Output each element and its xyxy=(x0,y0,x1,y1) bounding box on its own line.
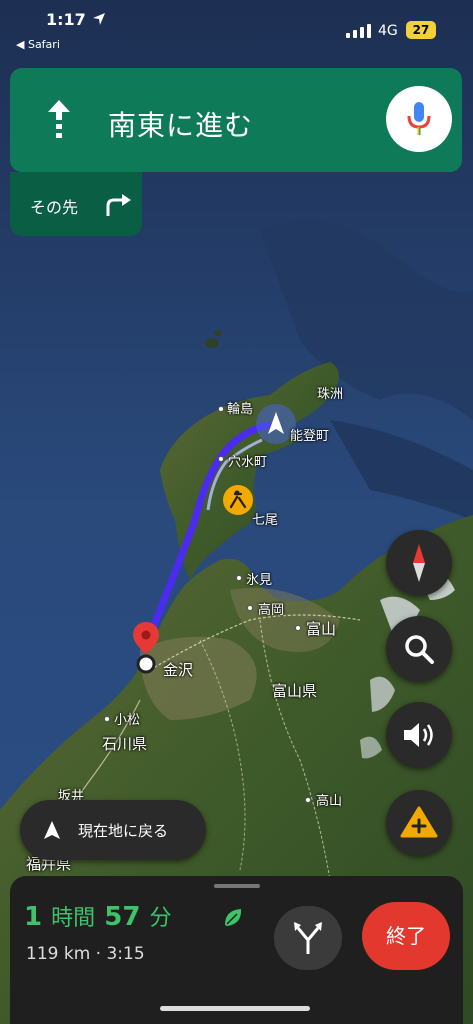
sound-button[interactable] xyxy=(386,702,452,768)
destination-pin-icon[interactable] xyxy=(130,620,162,676)
place-label-anamizu: 穴水町 xyxy=(228,455,268,470)
place-label-toyama-pref: 富山県 xyxy=(272,682,318,700)
voice-search-button[interactable] xyxy=(386,86,452,152)
place-dot xyxy=(295,625,301,631)
place-dot xyxy=(247,605,253,611)
exit-navigation-button[interactable]: 終了 xyxy=(362,902,450,970)
speaker-icon xyxy=(404,723,433,747)
direction-banner[interactable]: 南東に進む xyxy=(10,68,462,172)
place-label-toyama: 富山 xyxy=(306,620,337,638)
location-services-icon xyxy=(93,13,105,25)
straight-arrow-icon xyxy=(48,100,70,138)
place-dot xyxy=(104,716,110,722)
drag-handle[interactable] xyxy=(214,884,260,888)
compass-button[interactable] xyxy=(386,530,452,596)
back-to-safari-link[interactable]: ◀ Safari xyxy=(16,38,60,51)
home-indicator[interactable] xyxy=(160,1006,310,1011)
place-label-suzu: 珠洲 xyxy=(317,387,344,402)
place-dot xyxy=(218,406,224,412)
place-label-takaoka: 高岡 xyxy=(258,603,285,618)
place-dot xyxy=(218,456,224,462)
place-dot xyxy=(236,575,242,581)
place-label-himi: 氷見 xyxy=(246,573,273,588)
cellular-signal-icon xyxy=(346,24,371,38)
next-step-label: その先 xyxy=(30,198,79,217)
battery-indicator: 27 xyxy=(406,21,436,39)
eta-duration: 1 時間 57 分 xyxy=(24,900,172,932)
recenter-label: 現在地に戻る xyxy=(78,822,169,840)
report-incident-button[interactable] xyxy=(386,790,452,856)
distance-arrival: 119 km · 3:15 xyxy=(26,944,145,964)
trip-summary-panel[interactable]: 1 時間 57 分 119 km · 3:15 終了 xyxy=(10,876,463,1024)
add-report-icon xyxy=(400,806,438,838)
search-button[interactable] xyxy=(386,616,452,682)
eta-hours-unit: 時間 xyxy=(51,906,96,931)
direction-instruction: 南東に進む xyxy=(108,109,254,142)
alternate-routes-button[interactable] xyxy=(274,906,342,970)
status-time: 1:17 xyxy=(46,10,86,29)
place-label-wajima: 輪島 xyxy=(227,402,254,417)
place-label-takayama: 高山 xyxy=(316,794,343,809)
search-icon xyxy=(405,635,434,664)
place-dot xyxy=(305,797,311,803)
place-label-noto: 能登町 xyxy=(290,429,330,444)
eta-hours: 1 xyxy=(24,902,43,932)
place-label-komatsu: 小松 xyxy=(114,713,141,728)
place-label-kanazawa: 金沢 xyxy=(163,661,194,679)
compass-icon xyxy=(413,544,425,582)
navigation-arrow-icon xyxy=(44,821,60,839)
recenter-button[interactable]: 現在地に戻る xyxy=(20,800,206,860)
turn-right-icon xyxy=(106,194,131,216)
microphone-icon xyxy=(407,102,431,135)
eta-minutes: 57 xyxy=(104,902,141,932)
network-type: 4G xyxy=(378,23,398,39)
status-bar: 1:17 ◀ Safari 4G 27 xyxy=(0,0,473,56)
eco-leaf-icon xyxy=(225,909,242,926)
fork-routes-icon xyxy=(294,922,322,954)
place-label-nanao: 七尾 xyxy=(252,513,279,528)
construction-icon[interactable] xyxy=(222,484,254,516)
next-step-chip[interactable]: その先 xyxy=(10,172,142,236)
eta-minutes-unit: 分 xyxy=(149,906,172,931)
place-label-ishikawa-pref: 石川県 xyxy=(102,735,148,753)
